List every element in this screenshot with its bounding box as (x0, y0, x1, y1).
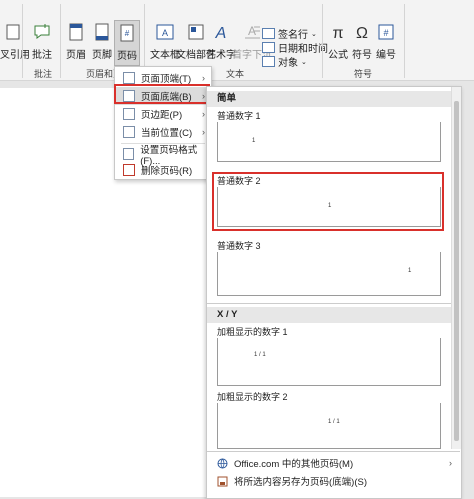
globe-icon (217, 458, 228, 468)
gallery-item-bold-number-2[interactable]: 1 / 1 (217, 403, 441, 449)
footer-button[interactable]: 页脚 (92, 22, 112, 61)
footer-divider (207, 451, 460, 452)
section-header-simple: 简单 (207, 91, 451, 107)
omega-icon: Ω (356, 25, 368, 42)
section-divider (207, 303, 451, 304)
object-icon (262, 56, 275, 67)
page-number-preview: 1 (252, 138, 256, 144)
number-icon: # (378, 24, 394, 40)
numbering-button[interactable]: # 编号 (376, 22, 396, 61)
textbox-icon: A (156, 24, 174, 40)
highlight-bottom-of-page (114, 84, 210, 104)
chevron-right-icon: › (449, 458, 452, 468)
scrollbar-thumb[interactable] (454, 101, 459, 441)
menu-item-current-position[interactable]: 当前位置(C) › (115, 123, 211, 141)
calendar-icon (262, 42, 275, 53)
svg-text:#: # (383, 28, 388, 38)
header-button[interactable]: 页眉 (66, 22, 86, 61)
separator (60, 4, 61, 78)
chevron-down-icon: ⌄ (301, 58, 307, 66)
gallery-item-label: 普通数字 3 (217, 241, 261, 251)
gallery-scrollbar[interactable] (451, 87, 461, 449)
gallery-item-label: 加粗显示的数字 2 (217, 392, 288, 402)
chevron-right-icon: › (202, 127, 205, 137)
date-time-button[interactable]: 日期和时间 (262, 40, 328, 55)
save-page-icon (217, 476, 228, 486)
group-label-symbols: 符号 (354, 69, 373, 79)
gallery-item-bold-number-1[interactable]: 1 / 1 (217, 338, 441, 386)
save-selection-as-page-number[interactable]: 将所选内容另存为页码(底端)(S) (207, 472, 460, 490)
doc-parts-icon (188, 24, 204, 40)
group-label-text: 文本 (226, 69, 245, 79)
gallery-item-label: 普通数字 1 (217, 111, 261, 121)
comment-icon (34, 24, 50, 39)
page-number-preview: 1 (408, 268, 412, 274)
chevron-down-icon: ⌄ (311, 30, 317, 38)
svg-text:π: π (332, 25, 343, 42)
highlight-plain-number-2 (212, 172, 444, 231)
header-icon (69, 23, 83, 41)
chevron-right-icon: › (202, 109, 205, 119)
footer-icon (95, 23, 109, 41)
page-margins-icon (123, 108, 135, 120)
format-icon (123, 148, 135, 160)
comment-button[interactable]: 批注 (32, 22, 52, 61)
menu-item-remove-page-numbers[interactable]: 删除页码(R) (115, 161, 211, 179)
page-top-icon (123, 72, 135, 84)
gallery-item-plain-number-1[interactable]: 1 (217, 122, 441, 162)
separator (404, 4, 405, 78)
separator (22, 4, 23, 78)
word-art-icon: A (215, 25, 227, 42)
page-number-preview: 1 / 1 (328, 419, 340, 425)
more-page-numbers-office[interactable]: Office.com 中的其他页码(M) › (207, 454, 460, 472)
page-number-preview: 1 / 1 (254, 352, 266, 358)
symbol-button[interactable]: Ω 符号 (352, 22, 372, 61)
object-button[interactable]: 对象 ⌄ (262, 54, 307, 69)
svg-text:#: # (125, 29, 130, 38)
drop-cap-icon: A (245, 24, 260, 39)
svg-text:A: A (162, 28, 168, 38)
group-label-comment: 批注 (34, 69, 53, 79)
remove-icon (123, 164, 135, 176)
signature-icon (262, 28, 275, 39)
pi-icon: π (332, 25, 343, 42)
page-number-icon: # (120, 24, 134, 42)
formula-button[interactable]: π 公式 (328, 22, 348, 61)
gallery-item-label: 加粗显示的数字 1 (217, 327, 288, 337)
separator (322, 4, 323, 78)
cross-reference-button[interactable]: 叉引用 (0, 22, 30, 61)
menu-item-page-margins[interactable]: 页边距(P) › (115, 105, 211, 123)
gallery-item-plain-number-3[interactable]: 1 (217, 252, 441, 296)
section-header-xy: X / Y (207, 307, 451, 323)
svg-text:A: A (215, 25, 227, 42)
current-position-icon (123, 126, 135, 138)
ribbon: 叉引用 批注 批注 页眉 页脚 # 页码 ⌄ 页眉和页 A 文本框 文档部件 A… (0, 0, 474, 81)
chevron-right-icon: › (202, 73, 205, 83)
signature-line-button[interactable]: 签名行 ⌄ (262, 26, 317, 41)
svg-text:Ω: Ω (356, 25, 368, 42)
page-number-gallery: 简单 普通数字 1 1 普通数字 2 1 普通数字 3 1 X / Y 加粗显示… (206, 86, 462, 499)
page-number-button[interactable]: # 页码 ⌄ (114, 20, 140, 70)
